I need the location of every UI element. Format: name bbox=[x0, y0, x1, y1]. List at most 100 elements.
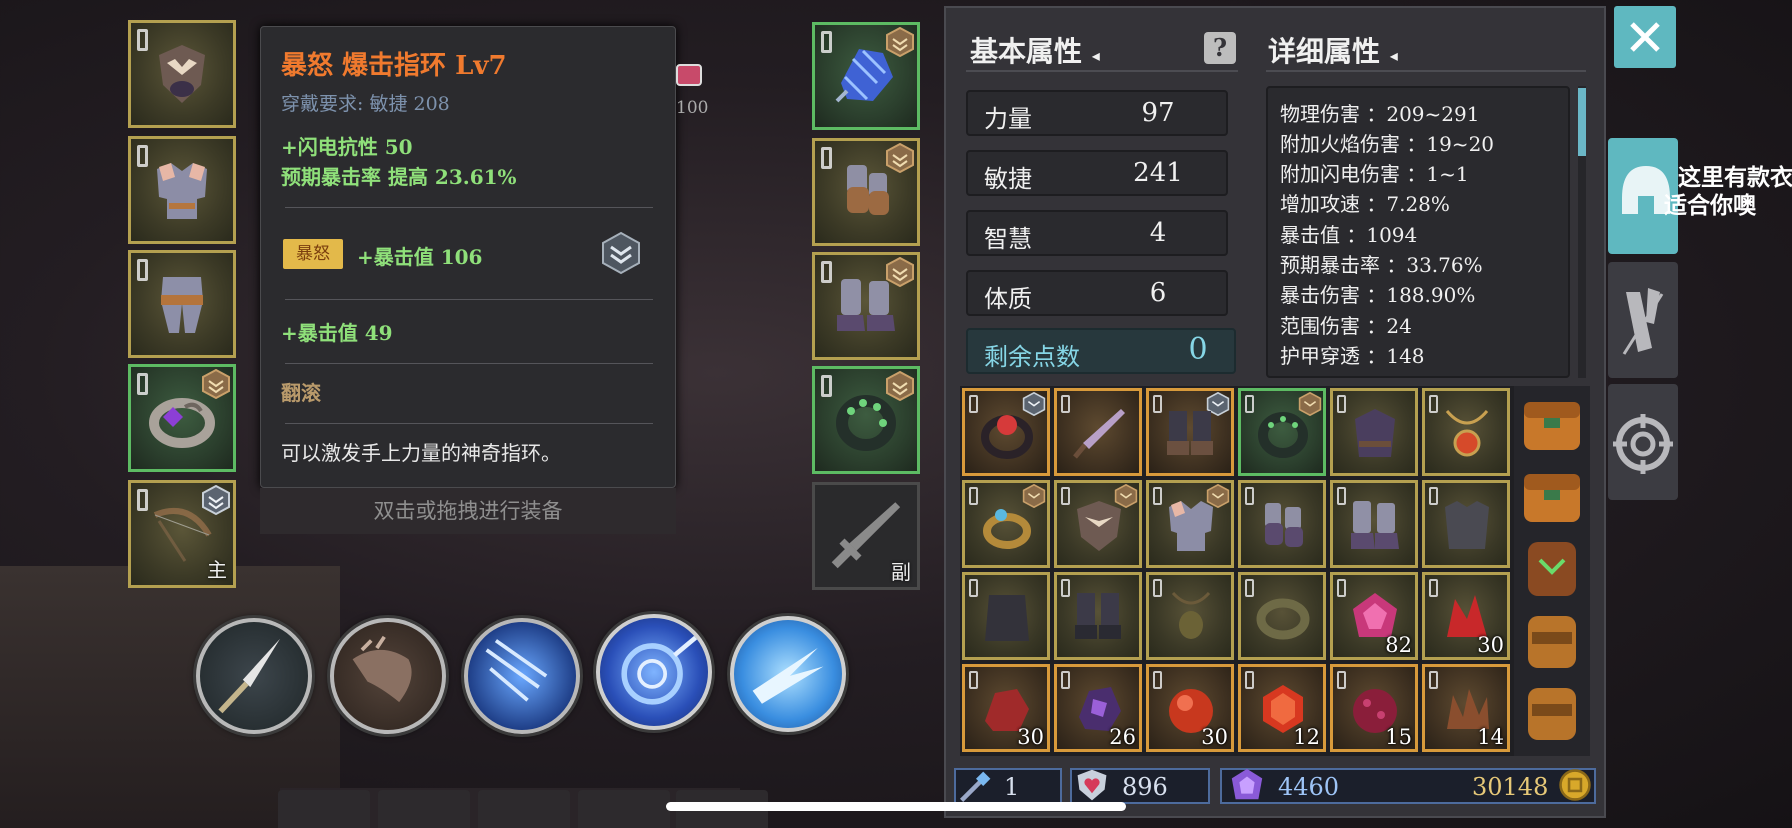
inventory-slot[interactable] bbox=[1054, 388, 1142, 476]
item-stat-crit-extra: +暴击值 49 bbox=[281, 321, 393, 345]
lock-icon bbox=[1153, 487, 1162, 505]
skill-arrow-shot[interactable] bbox=[196, 618, 312, 734]
detail-row: 附加火焰伤害 ：19~20 bbox=[1280, 132, 1495, 156]
lock-icon bbox=[969, 671, 978, 689]
inventory-slot[interactable] bbox=[1054, 480, 1142, 568]
gold-count: 30148 bbox=[1472, 773, 1549, 801]
heart-shield-icon bbox=[1077, 769, 1107, 801]
equip-slot-ring[interactable] bbox=[128, 364, 236, 472]
tab-settings[interactable] bbox=[1608, 384, 1678, 500]
pendant-icon bbox=[1171, 591, 1211, 639]
detail-scroll-thumb[interactable] bbox=[1578, 88, 1586, 156]
lock-icon bbox=[137, 29, 148, 51]
stat-value: 97 bbox=[1141, 98, 1175, 128]
quickbar-slot[interactable] bbox=[378, 790, 470, 828]
item-count: 26 bbox=[1109, 725, 1136, 749]
divider bbox=[1266, 70, 1586, 72]
equip-slot-weapon-main[interactable]: 主 bbox=[128, 480, 236, 588]
detail-attributes-list[interactable]: 物理伤害 ：209~291 附加火焰伤害 ：19~20 附加闪电伤害 ：1~1 … bbox=[1266, 86, 1570, 378]
inventory-slot[interactable]: 15 bbox=[1330, 664, 1418, 752]
help-icon[interactable]: ? bbox=[1204, 32, 1236, 64]
lock-icon bbox=[969, 395, 978, 413]
bag-icon[interactable] bbox=[1518, 676, 1586, 748]
item-count: 30 bbox=[1017, 725, 1044, 749]
inventory-slot[interactable]: 82 bbox=[1330, 572, 1418, 660]
quickbar-slot[interactable] bbox=[478, 790, 570, 828]
bow-icon bbox=[153, 508, 212, 562]
stat-value: 241 bbox=[1133, 158, 1183, 188]
inventory-slot[interactable] bbox=[1238, 480, 1326, 568]
inventory-slot[interactable]: 30 bbox=[1146, 664, 1234, 752]
lock-icon bbox=[1245, 671, 1254, 689]
inventory-slot[interactable] bbox=[962, 572, 1050, 660]
item-stat-lightning-resist: +闪电抗性 50 bbox=[281, 135, 413, 159]
skill-ice-shards[interactable] bbox=[730, 616, 846, 732]
caret-icon: ◂ bbox=[1389, 46, 1398, 65]
currency-keys: 1 bbox=[954, 768, 1062, 804]
bag-icon[interactable] bbox=[1518, 532, 1586, 604]
quickbar-slot[interactable] bbox=[578, 790, 670, 828]
bag-icon[interactable] bbox=[1518, 460, 1586, 532]
quickbar-slot[interactable] bbox=[278, 790, 370, 828]
basic-attributes-header[interactable]: 基本属性 ◂ bbox=[970, 30, 1100, 70]
inventory-slot[interactable] bbox=[1238, 388, 1326, 476]
target-gear-icon bbox=[1613, 414, 1673, 474]
inventory-slot[interactable] bbox=[1330, 480, 1418, 568]
item-skill-name: 翻滚 bbox=[281, 381, 321, 405]
equip-slot-boots[interactable] bbox=[812, 252, 920, 360]
equip-slot-weapon-off[interactable]: 副 bbox=[812, 482, 920, 590]
detail-attributes-header[interactable]: 详细属性 ◂ bbox=[1268, 30, 1398, 70]
lock-icon bbox=[1245, 579, 1254, 597]
skill-beast-strike[interactable] bbox=[330, 618, 446, 734]
inventory-slot[interactable] bbox=[1146, 388, 1234, 476]
lock-icon bbox=[1245, 395, 1254, 413]
dark-armor-icon bbox=[1445, 501, 1489, 549]
inventory-slot[interactable] bbox=[1422, 480, 1510, 568]
inventory-slot[interactable] bbox=[1146, 480, 1234, 568]
bag-icon[interactable] bbox=[1518, 388, 1586, 460]
inventory-slot[interactable]: 30 bbox=[1422, 572, 1510, 660]
inventory-slot[interactable]: 26 bbox=[1054, 664, 1142, 752]
equip-slot-ring-2[interactable] bbox=[812, 366, 920, 474]
inventory-slot[interactable] bbox=[1330, 388, 1418, 476]
item-title: 暴怒 爆击指环 Lv7 bbox=[281, 51, 507, 81]
equip-slot-head[interactable] bbox=[128, 20, 236, 128]
equip-slot-chest[interactable] bbox=[128, 136, 236, 244]
item-count: 82 bbox=[1385, 633, 1412, 657]
inventory-slot[interactable] bbox=[1054, 572, 1142, 660]
basic-attributes-title: 基本属性 bbox=[970, 35, 1083, 68]
equip-slot-gloves[interactable] bbox=[812, 138, 920, 246]
equip-hint: 双击或拖拽进行装备 bbox=[260, 488, 676, 534]
inventory-slot[interactable] bbox=[962, 480, 1050, 568]
ice-shards-icon bbox=[752, 647, 824, 704]
equip-slot-amulet[interactable] bbox=[812, 22, 920, 130]
skill-lightning-burst[interactable] bbox=[464, 618, 580, 734]
equip-slot-legs[interactable] bbox=[128, 250, 236, 358]
inventory-slot[interactable] bbox=[1146, 572, 1234, 660]
inventory-slot[interactable]: 12 bbox=[1238, 664, 1326, 752]
tab-skills[interactable] bbox=[1608, 262, 1678, 378]
inventory-slot[interactable]: 30 bbox=[962, 664, 1050, 752]
skill-vortex[interactable] bbox=[596, 614, 712, 730]
home-indicator[interactable] bbox=[666, 802, 1126, 811]
hearts-count: 896 bbox=[1122, 773, 1168, 801]
inventory-slot[interactable] bbox=[1238, 572, 1326, 660]
item-count: 12 bbox=[1293, 725, 1320, 749]
bag-icon[interactable] bbox=[1518, 604, 1586, 676]
close-button[interactable] bbox=[1614, 6, 1676, 68]
item-tooltip: 暴怒 爆击指环 Lv7 穿戴要求: 敏捷 208 +闪电抗性 50 预期暴击率 … bbox=[260, 26, 676, 488]
item-count: 14 bbox=[1477, 725, 1504, 749]
wand-icon bbox=[960, 771, 991, 802]
boots-icon bbox=[837, 279, 895, 331]
detail-row: 增加攻速 ：7.28% bbox=[1280, 192, 1450, 216]
purple-gem-icon bbox=[1231, 768, 1263, 800]
inventory-slot[interactable] bbox=[1422, 388, 1510, 476]
promo-line-2: 适合你噢 bbox=[1664, 192, 1756, 219]
hud-value-fragment: 100 bbox=[676, 98, 709, 118]
inventory-slot[interactable]: 14 bbox=[1422, 664, 1510, 752]
stat-value: 0 bbox=[1188, 332, 1208, 367]
inventory-slot[interactable] bbox=[962, 388, 1050, 476]
boots-icon bbox=[1351, 501, 1399, 549]
lock-icon bbox=[137, 373, 148, 395]
lock-icon bbox=[1061, 579, 1070, 597]
